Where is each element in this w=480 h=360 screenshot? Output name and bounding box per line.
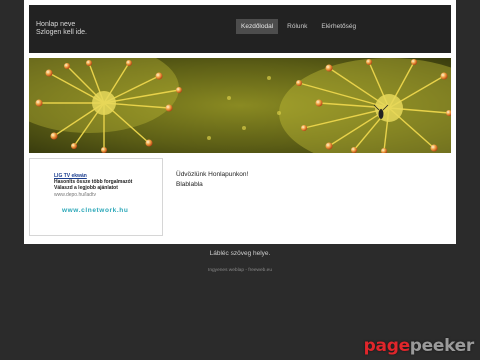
nav-item-home[interactable]: Kezdőlodal [236, 19, 279, 34]
nav-item-about[interactable]: Rólunk [282, 19, 312, 34]
footer-credit[interactable]: Ingyenes weblap - freeweb.eu [0, 268, 480, 273]
watermark-part-page: page [363, 336, 410, 356]
welcome-text: Üdvözlünk Honlapunkon! [176, 171, 249, 178]
pagepeeker-watermark: pagepeeker [363, 336, 475, 356]
footer-text: Lábléc szöveg helye. [209, 250, 271, 257]
ad-network-link[interactable]: www.clnetwork.hu [62, 207, 128, 214]
site-slogan: Szlogen kell ide. [36, 29, 87, 36]
body-text: Blablabla [176, 181, 203, 188]
watermark-part-peeker: peeker [409, 336, 475, 356]
site-name[interactable]: Honlap neve Szlogen kell ide. [36, 21, 87, 37]
nav-item-contact[interactable]: Elérhetőség [316, 19, 361, 34]
page-container: Honlap neve Szlogen kell ide. Kezdőlodal… [24, 0, 456, 244]
site-title: Honlap neve [36, 21, 76, 28]
credit-link[interactable]: Ingyenes weblap - freeweb.eu [208, 268, 272, 273]
main-content: Üdvözlünk Honlapunkon! Blablabla [176, 170, 248, 190]
banner-image [29, 58, 451, 153]
ad-block[interactable]: LIG TV ekwán Hasonlts össze több forgalm… [54, 173, 132, 198]
main-nav: Kezdőlodal Rólunk Elérhetőség [236, 19, 361, 34]
site-header: Honlap neve Szlogen kell ide. Kezdőlodal… [29, 5, 451, 53]
sundew-illustration [29, 58, 451, 153]
sidebar-ad-box: LIG TV ekwán Hasonlts össze több forgalm… [29, 158, 163, 236]
ad-url: www.depo.hu/ladtv [54, 191, 96, 198]
